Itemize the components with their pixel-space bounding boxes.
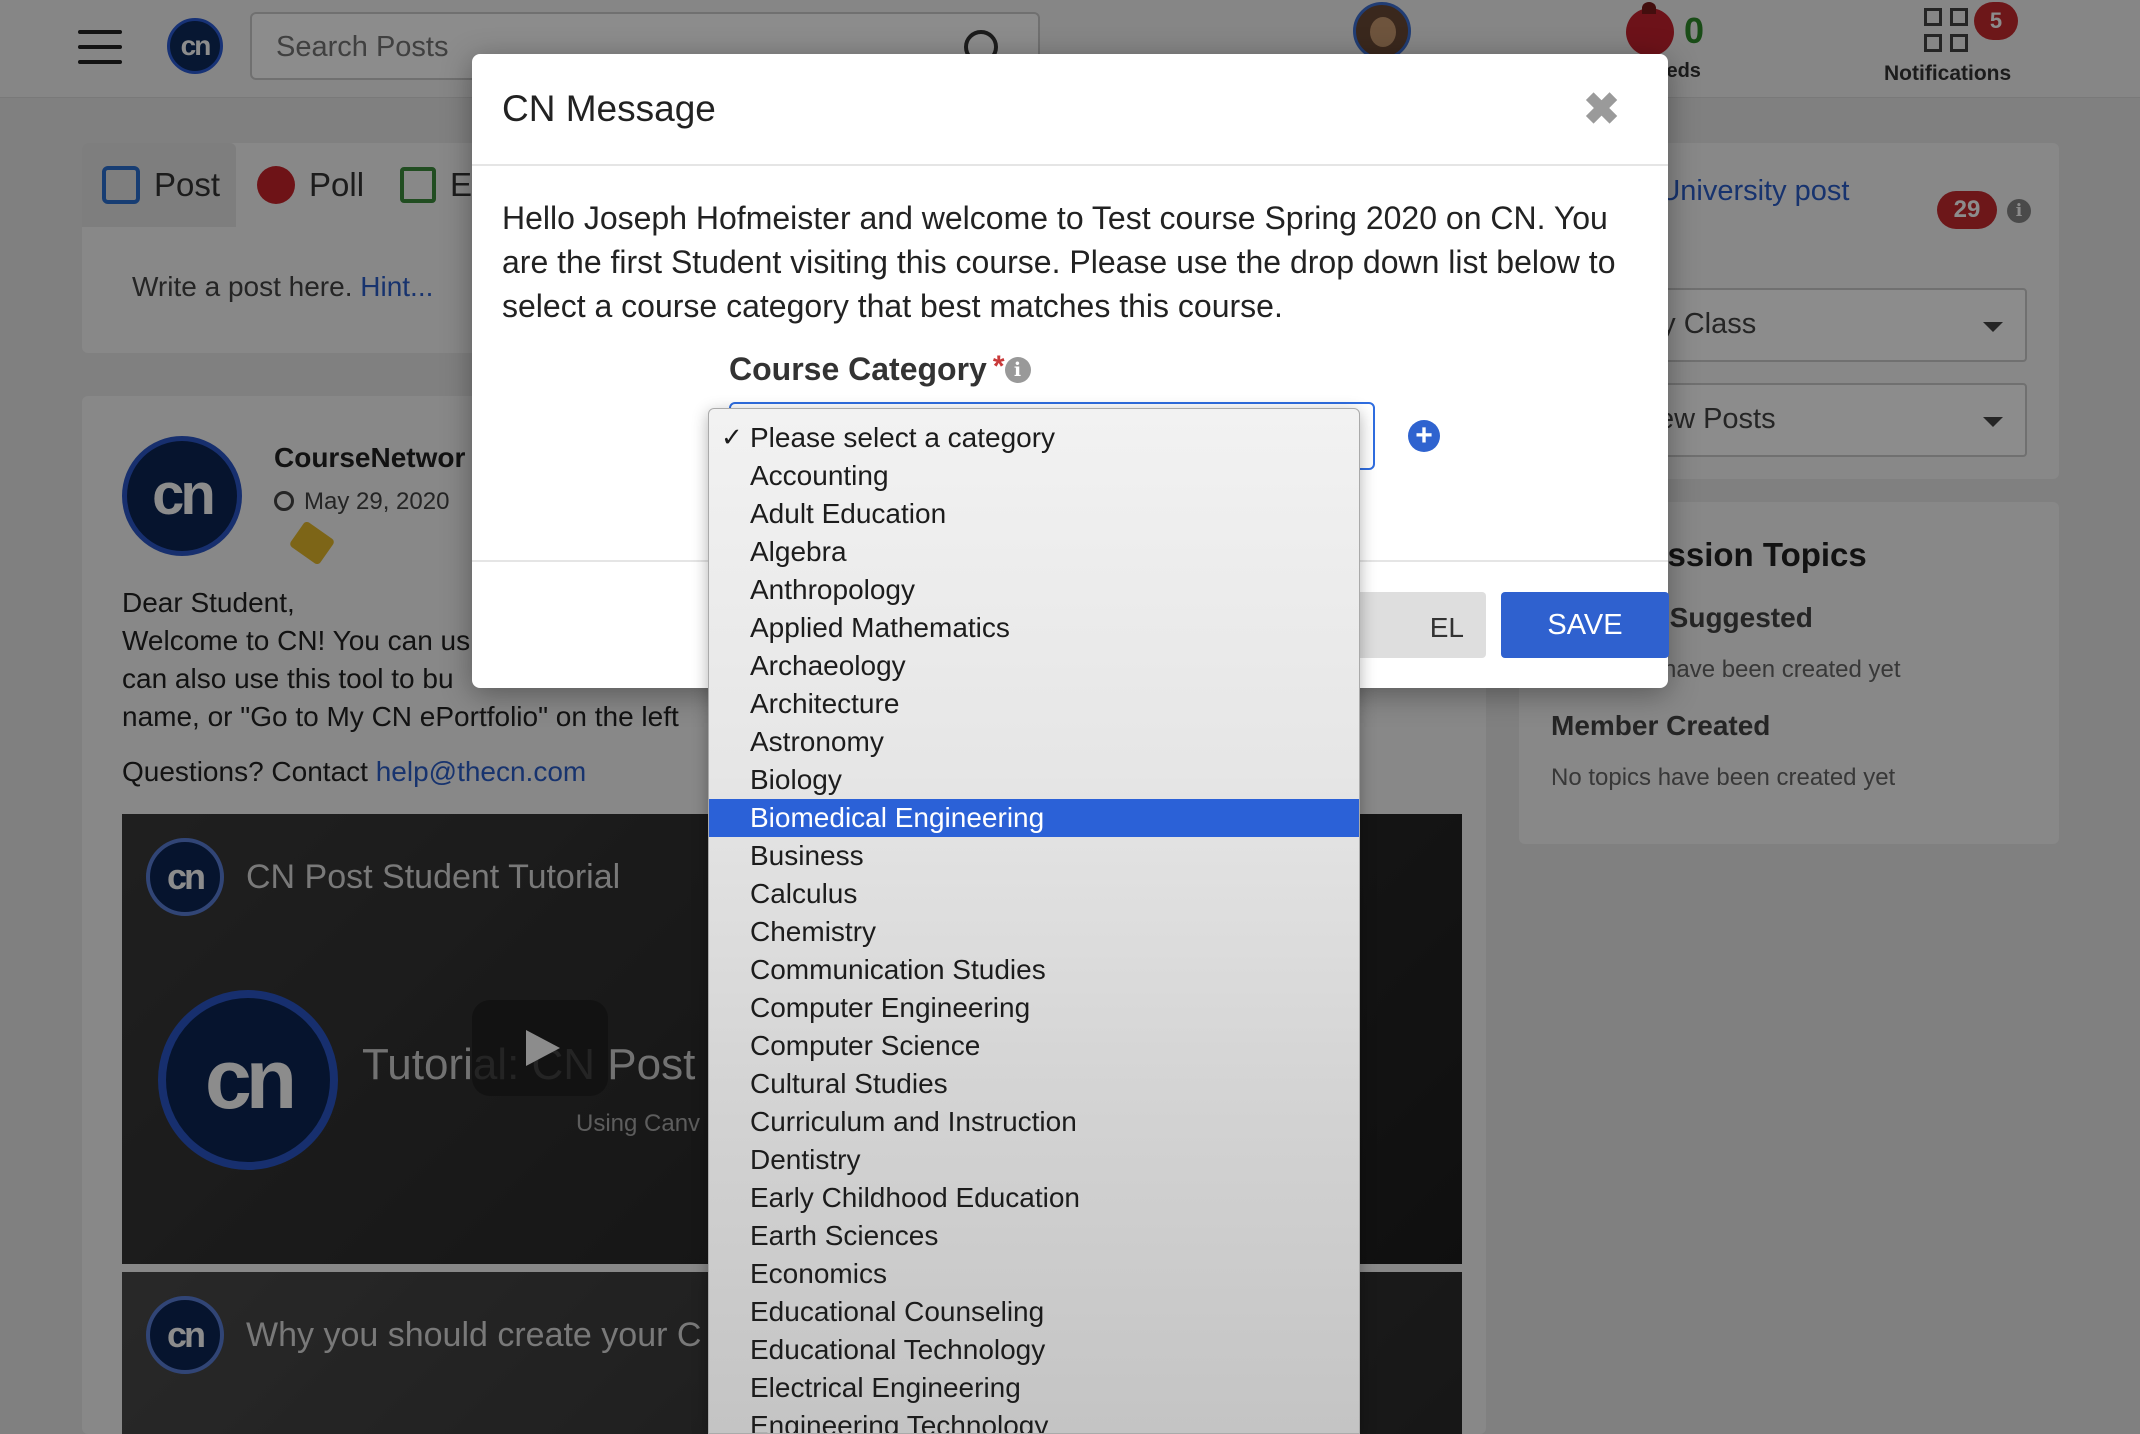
dropdown-option-label: Educational Counseling bbox=[750, 1296, 1045, 1327]
dropdown-option[interactable]: Chemistry bbox=[709, 913, 1359, 951]
dropdown-option[interactable]: Calculus bbox=[709, 875, 1359, 913]
dropdown-option[interactable]: Dentistry bbox=[709, 1141, 1359, 1179]
dropdown-option[interactable]: Economics bbox=[709, 1255, 1359, 1293]
dropdown-option[interactable]: Anthropology bbox=[709, 571, 1359, 609]
dropdown-option[interactable]: Biomedical Engineering bbox=[709, 799, 1359, 837]
close-icon[interactable]: ✖ bbox=[1583, 84, 1620, 135]
info-icon[interactable]: i bbox=[1004, 357, 1031, 383]
dropdown-option-label: Business bbox=[750, 840, 864, 871]
dropdown-option[interactable]: Algebra bbox=[709, 533, 1359, 571]
dropdown-option[interactable]: Biology bbox=[709, 761, 1359, 799]
dropdown-option-label: Biomedical Engineering bbox=[750, 802, 1045, 833]
dropdown-option[interactable]: Educational Counseling bbox=[709, 1293, 1359, 1331]
dropdown-option-label: Electrical Engineering bbox=[750, 1372, 1021, 1403]
dropdown-option-label: Earth Sciences bbox=[750, 1220, 939, 1251]
add-category-icon[interactable]: + bbox=[1408, 420, 1440, 452]
dropdown-option-label: Engineering Technology bbox=[750, 1410, 1049, 1434]
dropdown-option-label: Economics bbox=[750, 1258, 887, 1289]
dropdown-option-label: Curriculum and Instruction bbox=[750, 1106, 1077, 1137]
dropdown-option[interactable]: Archaeology bbox=[709, 647, 1359, 685]
dropdown-option[interactable]: ✓ Please select a category bbox=[709, 419, 1359, 457]
dropdown-option-label: Accounting bbox=[750, 460, 889, 491]
dropdown-option-label: Dentistry bbox=[750, 1144, 861, 1175]
dialog-title: CN Message bbox=[502, 88, 716, 129]
dropdown-option-label: Algebra bbox=[750, 536, 847, 567]
dropdown-option[interactable]: Adult Education bbox=[709, 495, 1359, 533]
dropdown-option-label: Anthropology bbox=[750, 574, 916, 605]
dropdown-option-label: Computer Science bbox=[750, 1030, 981, 1061]
dialog-header: CN Message ✖ bbox=[472, 54, 1668, 166]
dropdown-option-label: Calculus bbox=[750, 878, 858, 909]
dropdown-option[interactable]: Accounting bbox=[709, 457, 1359, 495]
dropdown-option-label: Educational Technology bbox=[750, 1334, 1046, 1365]
dropdown-option-label: Adult Education bbox=[750, 498, 947, 529]
dropdown-option-label: Astronomy bbox=[750, 726, 884, 757]
dropdown-option[interactable]: Architecture bbox=[709, 685, 1359, 723]
dropdown-option[interactable]: Astronomy bbox=[709, 723, 1359, 761]
dropdown-option[interactable]: Business bbox=[709, 837, 1359, 875]
dropdown-option[interactable]: Communication Studies bbox=[709, 951, 1359, 989]
dropdown-option-label: Chemistry bbox=[750, 916, 877, 947]
dropdown-option[interactable]: Educational Technology bbox=[709, 1331, 1359, 1369]
dropdown-option[interactable]: Curriculum and Instruction bbox=[709, 1103, 1359, 1141]
dialog-message: Hello Joseph Hofmeister and welcome to T… bbox=[502, 200, 1616, 324]
dropdown-option-label: Early Childhood Education bbox=[750, 1182, 1080, 1213]
save-button[interactable]: SAVE bbox=[1501, 592, 1669, 658]
dropdown-option[interactable]: Computer Science bbox=[709, 1027, 1359, 1065]
dropdown-option-label: Architecture bbox=[750, 688, 900, 719]
dropdown-option-label: Computer Engineering bbox=[750, 992, 1031, 1023]
dropdown-option-label: Communication Studies bbox=[750, 954, 1046, 985]
dropdown-option[interactable]: Cultural Studies bbox=[709, 1065, 1359, 1103]
dropdown-option-label: Cultural Studies bbox=[750, 1068, 948, 1099]
dropdown-option[interactable]: Computer Engineering bbox=[709, 989, 1359, 1027]
course-category-dropdown-list[interactable]: ✓ Please select a category Accounting Adult… bbox=[708, 408, 1360, 1434]
dropdown-option[interactable]: Earth Sciences bbox=[709, 1217, 1359, 1255]
dropdown-option[interactable]: Applied Mathematics bbox=[709, 609, 1359, 647]
required-asterisk: * bbox=[992, 350, 1005, 383]
course-category-label-text: Course Category bbox=[729, 351, 987, 387]
dropdown-option-label: Archaeology bbox=[750, 650, 906, 681]
dropdown-option-label: Please select a category bbox=[750, 422, 1056, 453]
course-category-label: Course Category * i bbox=[729, 350, 1031, 388]
checkmark-icon: ✓ bbox=[721, 423, 743, 453]
dropdown-option[interactable]: Engineering Technology bbox=[709, 1407, 1359, 1434]
dropdown-option[interactable]: Electrical Engineering bbox=[709, 1369, 1359, 1407]
dropdown-option-label: Applied Mathematics bbox=[750, 612, 1010, 643]
dropdown-option[interactable]: Early Childhood Education bbox=[709, 1179, 1359, 1217]
dropdown-option-label: Biology bbox=[750, 764, 842, 795]
